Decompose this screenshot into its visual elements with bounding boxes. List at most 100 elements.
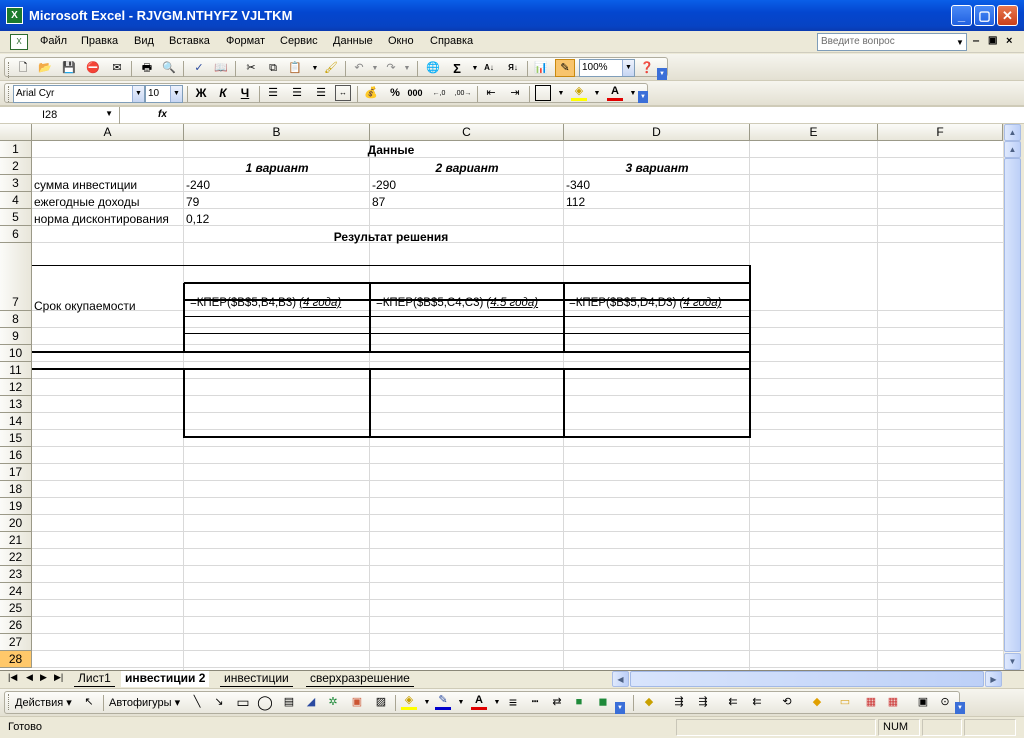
row-header[interactable]: 6 — [0, 226, 32, 243]
3d-style-icon[interactable]: ◼ — [595, 694, 611, 710]
actions-menu[interactable]: Действия ▾ — [15, 696, 72, 709]
row-header[interactable]: 9 — [0, 328, 32, 345]
align-left-icon[interactable]: ☰ — [265, 85, 281, 101]
split-box-icon[interactable]: ▲ — [1004, 141, 1021, 158]
row-header[interactable]: 23 — [0, 566, 32, 583]
row-header[interactable]: 2 — [0, 158, 32, 175]
menu-view[interactable]: Вид — [134, 35, 154, 47]
currency-icon[interactable]: 💰 — [363, 85, 379, 101]
row-header[interactable]: 25 — [0, 600, 32, 617]
toolbar-options-icon[interactable]: ▼ — [955, 702, 965, 714]
line-color-icon[interactable]: ✎ — [435, 694, 451, 710]
row-header[interactable]: 27 — [0, 634, 32, 651]
menu-tools[interactable]: Сервис — [280, 35, 318, 47]
menu-edit[interactable]: Правка — [81, 35, 118, 47]
font-color-icon[interactable]: A — [607, 85, 623, 101]
fill-color-dropdown-icon[interactable]: ▼ — [589, 85, 605, 101]
vertical-scroll-thumb[interactable] — [1004, 158, 1021, 652]
row-header[interactable]: 20 — [0, 515, 32, 532]
line-color-dropdown-icon[interactable]: ▼ — [453, 694, 469, 710]
redo-icon[interactable]: ↷ — [383, 60, 399, 76]
redo-dropdown-icon[interactable]: ▼ — [399, 60, 415, 76]
sort-ascending-icon[interactable]: А↓ — [481, 60, 497, 76]
cell-d3[interactable]: -340 — [564, 178, 590, 192]
row-header[interactable]: 5 — [0, 209, 32, 226]
draw-font-color-icon[interactable]: A — [471, 694, 487, 710]
error-check-icon[interactable]: ◆ — [809, 694, 825, 710]
last-sheet-icon[interactable]: ▶| — [54, 672, 63, 683]
cell-b5[interactable]: 0,12 — [184, 212, 209, 226]
decrease-decimal-icon[interactable]: ,00→ — [455, 85, 472, 101]
email-icon[interactable]: ✉ — [109, 60, 125, 76]
menu-data[interactable]: Данные — [333, 35, 373, 47]
row-header[interactable]: 16 — [0, 447, 32, 464]
cell-a4[interactable]: ежегодные доходы — [32, 195, 139, 209]
chart-wizard-icon[interactable]: 📊 — [533, 60, 549, 76]
menu-format[interactable]: Формат — [226, 35, 265, 47]
chevron-down-icon[interactable]: ▼ — [170, 86, 182, 102]
workbook-icon[interactable]: X — [10, 34, 28, 50]
next-sheet-icon[interactable]: ▶ — [40, 672, 47, 683]
column-header-a[interactable]: A — [32, 124, 184, 141]
trace-error-icon[interactable]: ⇇ — [725, 694, 741, 710]
maximize-button[interactable]: ▢ — [974, 5, 995, 26]
ask-question-input[interactable]: Введите вопрос — [817, 33, 967, 51]
doc-close-button[interactable]: × — [1006, 35, 1012, 47]
toolbar-options-icon[interactable]: ▼ — [615, 702, 625, 714]
cell-c4[interactable]: 87 — [370, 195, 385, 209]
copy-icon[interactable]: ⧉ — [265, 60, 281, 76]
autoshapes-menu[interactable]: Автофигуры ▾ — [109, 696, 180, 709]
doc-restore-button[interactable]: ▣ — [988, 35, 997, 46]
dash-style-icon[interactable]: ┅ — [527, 694, 543, 710]
chevron-down-icon[interactable]: ▼ — [622, 60, 634, 76]
draw-font-color-dropdown-icon[interactable]: ▼ — [489, 694, 505, 710]
watch-window-icon[interactable]: ▣ — [915, 694, 931, 710]
cell-b3[interactable]: -240 — [184, 178, 210, 192]
cell-d2[interactable]: 3 вариант — [564, 161, 750, 175]
sheet-tab-list1[interactable]: Лист1 — [74, 671, 115, 687]
scroll-right-icon[interactable]: ▶ — [985, 671, 1002, 687]
cell-a5[interactable]: норма дисконтирования — [32, 212, 169, 226]
close-button[interactable]: ✕ — [997, 5, 1018, 26]
sheet-tab-investments[interactable]: инвестиции — [220, 671, 293, 687]
cell-a1[interactable]: Данные — [32, 143, 750, 157]
column-header-c[interactable]: C — [370, 124, 564, 141]
toolbar-grip[interactable] — [8, 62, 11, 78]
scroll-down-icon[interactable]: ▼ — [1004, 653, 1021, 670]
zoom-select[interactable]: 100% ▼ — [579, 59, 635, 77]
cell-a3[interactable]: сумма инвестиции — [32, 178, 137, 192]
oval-icon[interactable]: ◯ — [257, 694, 273, 710]
align-right-icon[interactable]: ☰ — [313, 85, 329, 101]
toolbar-grip[interactable] — [8, 694, 11, 710]
row-header[interactable]: 13 — [0, 396, 32, 413]
row-header[interactable]: 8 — [0, 311, 32, 328]
name-box[interactable]: I28 ▼ — [4, 107, 120, 124]
cell-d4[interactable]: 112 — [564, 195, 585, 209]
column-header-d[interactable]: D — [564, 124, 750, 141]
doc-minimize-button[interactable]: ‒ — [973, 35, 979, 47]
scroll-left-icon[interactable]: ◀ — [612, 671, 629, 687]
drawing-toggle-icon[interactable]: ✎ — [555, 59, 575, 77]
horizontal-scrollbar[interactable]: ◀ ▶ — [612, 671, 1002, 687]
scroll-up-icon[interactable]: ▲ — [1004, 124, 1021, 141]
insert-picture-icon[interactable]: ▨ — [373, 694, 389, 710]
remove-arrows-icon[interactable]: ⇶ — [695, 694, 711, 710]
sheet-tab-investments-2[interactable]: инвестиции 2 — [121, 671, 210, 687]
clear-circles-icon[interactable]: ▦ — [885, 694, 901, 710]
cell-a7[interactable]: Срок окупаемости — [32, 299, 136, 313]
cell-c3[interactable]: -290 — [370, 178, 396, 192]
spelling-icon[interactable]: ✓ — [191, 60, 207, 76]
borders-dropdown-icon[interactable]: ▼ — [553, 85, 569, 101]
menu-window[interactable]: Окно — [388, 35, 414, 47]
row-header[interactable]: 17 — [0, 464, 32, 481]
column-header-e[interactable]: E — [750, 124, 878, 141]
autosum-icon[interactable]: Σ — [449, 60, 465, 76]
draw-fill-color-icon[interactable]: ◈ — [401, 694, 417, 710]
text-box-icon[interactable]: ▤ — [281, 694, 297, 710]
minimize-button[interactable]: _ — [951, 5, 972, 26]
wordart-icon[interactable]: ◢ — [303, 694, 319, 710]
print-preview-icon[interactable]: 🔍 — [161, 60, 177, 76]
vertical-scrollbar[interactable]: ▲ ▲ ▼ — [1003, 124, 1021, 670]
help-icon[interactable]: ❓ — [639, 60, 655, 76]
row-header[interactable]: 4 — [0, 192, 32, 209]
